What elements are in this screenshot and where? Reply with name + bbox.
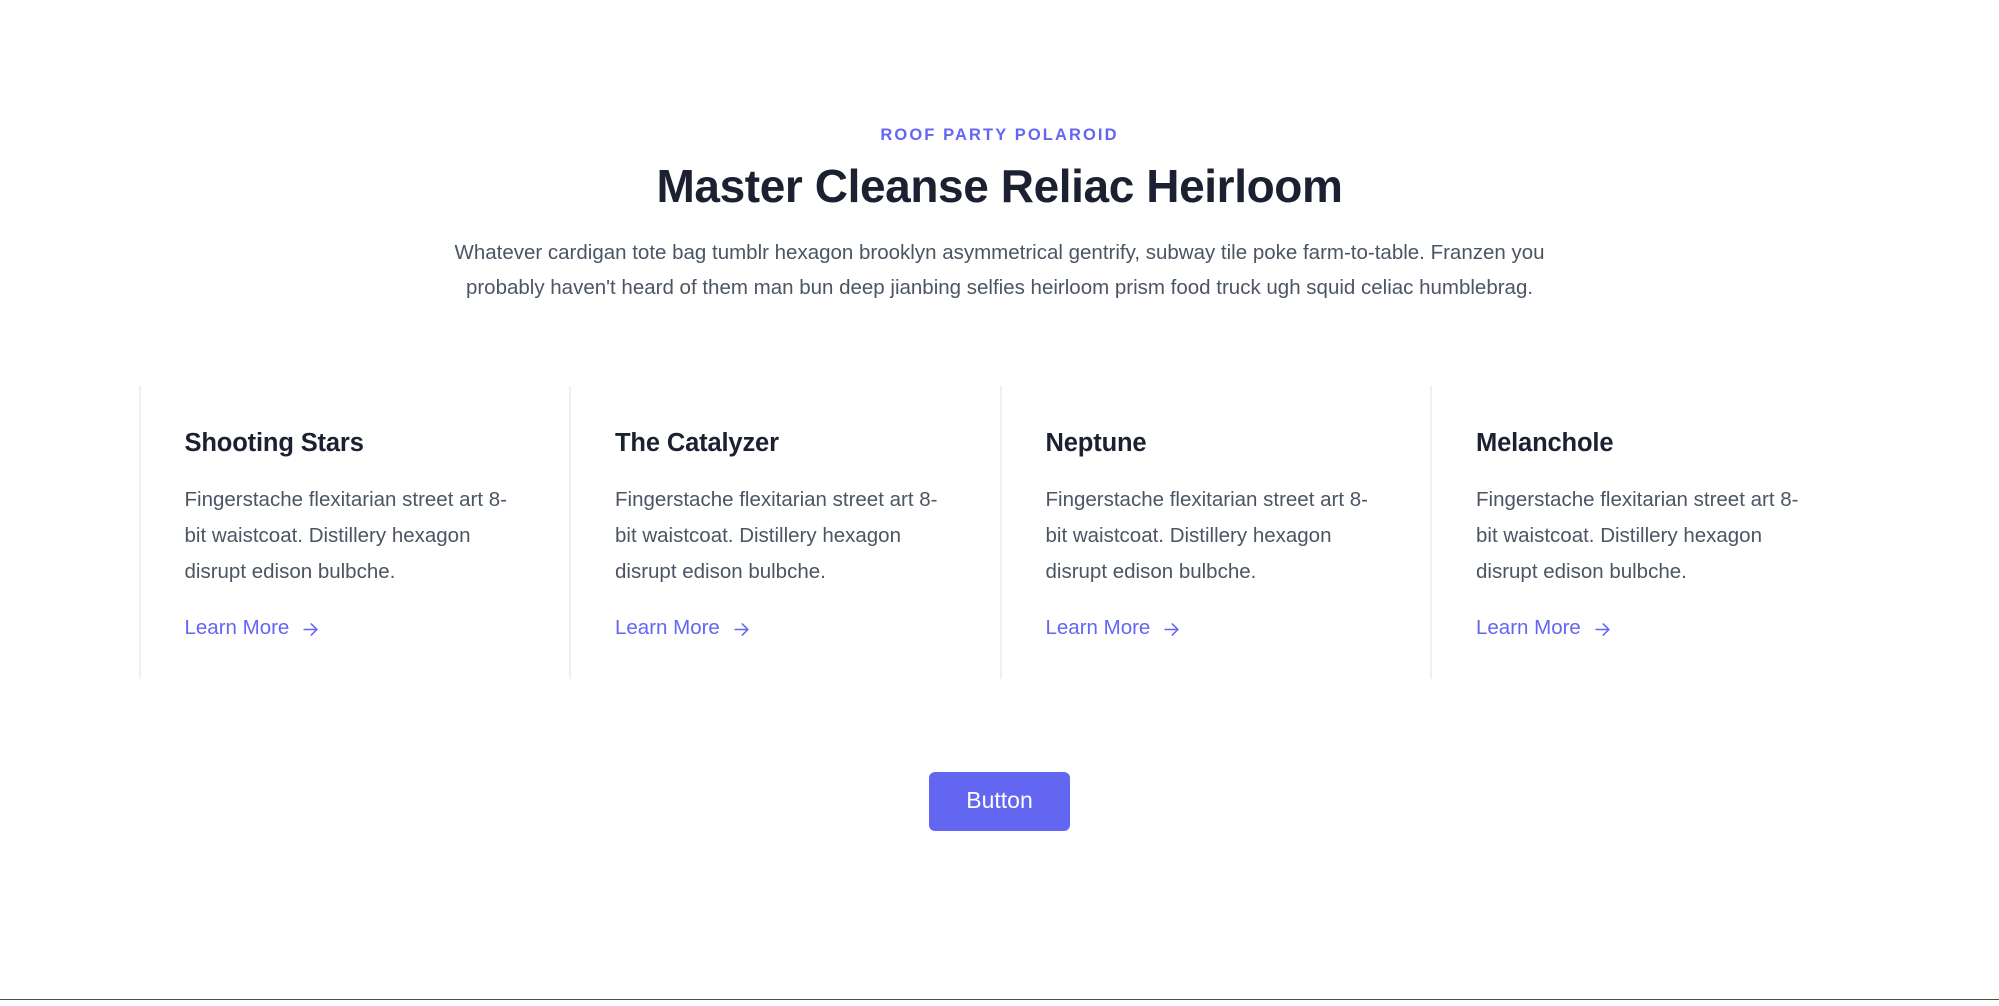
- learn-more-link[interactable]: Learn More: [184, 615, 321, 639]
- cta-button[interactable]: Button: [929, 771, 1070, 831]
- cta-section: Button: [0, 679, 1999, 831]
- learn-more-label: Learn More: [1476, 615, 1581, 639]
- feature-card: Shooting Stars Fingerstache flexitarian …: [138, 386, 570, 679]
- card-title: Melanchole: [1476, 429, 1614, 458]
- hero-subtitle: Whatever cardigan tote bag tumblr hexago…: [454, 241, 1545, 300]
- hero-eyebrow: ROOF PARTY POLAROID: [880, 126, 1119, 144]
- card-body-text: Fingerstache flexitarian street art 8-bi…: [184, 487, 507, 583]
- learn-more-label: Learn More: [184, 615, 290, 639]
- learn-more-label: Learn More: [615, 615, 720, 639]
- bottom-divider: [0, 999, 1999, 1000]
- learn-more-link[interactable]: Learn More: [1045, 615, 1182, 639]
- feature-card-list: Shooting Stars Fingerstache flexitarian …: [138, 305, 1861, 679]
- learn-more-link[interactable]: Learn More: [615, 615, 751, 639]
- feature-card: Neptune Fingerstache flexitarian street …: [999, 386, 1431, 679]
- learn-more-label: Learn More: [1045, 615, 1151, 639]
- learn-more-link[interactable]: Learn More: [1476, 615, 1612, 639]
- card-body-text: Fingerstache flexitarian street art 8-bi…: [615, 487, 938, 583]
- arrow-right-icon: [1162, 620, 1181, 639]
- page-root: ROOF PARTY POLAROID Master Cleanse Relia…: [0, 0, 1999, 1006]
- card-title: The Catalyzer: [615, 429, 779, 458]
- page-title: Master Cleanse Reliac Heirloom: [656, 159, 1343, 212]
- arrow-right-icon: [732, 620, 751, 639]
- hero-section: ROOF PARTY POLAROID Master Cleanse Relia…: [0, 0, 1999, 305]
- card-title: Shooting Stars: [184, 429, 364, 458]
- card-body-text: Fingerstache flexitarian street art 8-bi…: [1045, 487, 1368, 583]
- feature-card: Melanchole Fingerstache flexitarian stre…: [1430, 386, 1861, 679]
- card-title: Neptune: [1045, 429, 1147, 458]
- arrow-right-icon: [1593, 620, 1612, 639]
- arrow-right-icon: [301, 620, 320, 639]
- card-body-text: Fingerstache flexitarian street art 8-bi…: [1476, 487, 1799, 583]
- feature-card: The Catalyzer Fingerstache flexitarian s…: [569, 386, 1000, 679]
